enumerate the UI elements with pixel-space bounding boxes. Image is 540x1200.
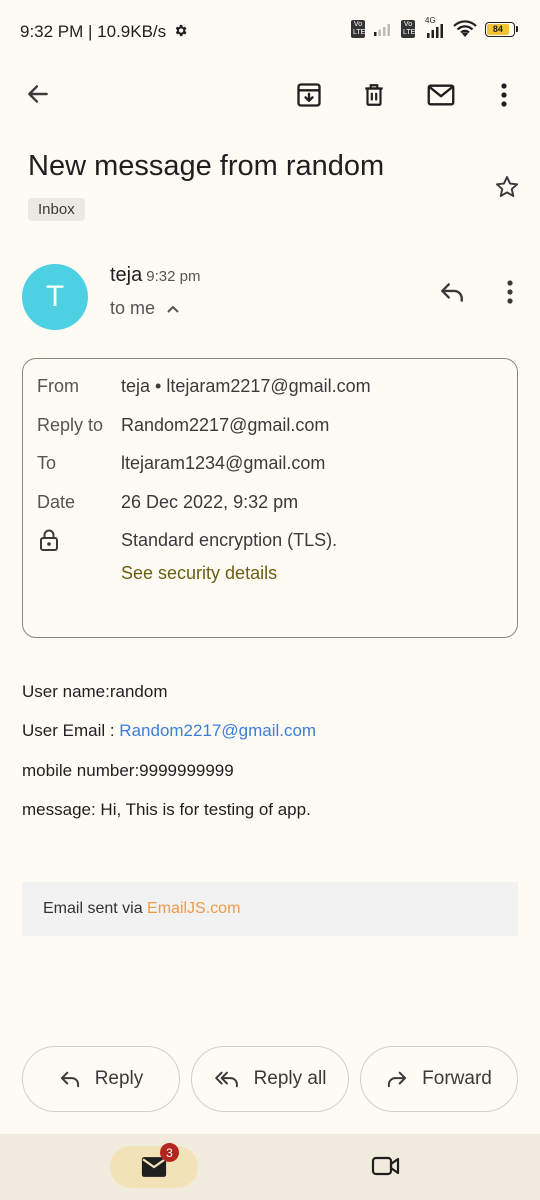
body-email: User Email : Random2217@gmail.com [22, 721, 316, 741]
lock-icon-wrap [39, 529, 59, 556]
video-camera-icon [371, 1156, 400, 1176]
recipient-toggle[interactable]: to me [110, 298, 179, 319]
security-details-link[interactable]: See security details [121, 563, 277, 584]
reply-to-value: Random2217@gmail.com [121, 415, 330, 435]
lock-icon [40, 529, 58, 551]
mark-unread-icon [427, 84, 455, 106]
reply-icon [60, 1071, 79, 1088]
from-value: teja • ltejaram2217@gmail.com [121, 376, 371, 396]
from-label: From [37, 376, 79, 396]
back-button[interactable] [18, 74, 58, 114]
delete-button[interactable] [354, 75, 394, 115]
date-value: 26 Dec 2022, 9:32 pm [121, 492, 299, 512]
archive-button[interactable] [289, 75, 329, 115]
reply-icon [441, 283, 463, 302]
nav-meet-tab[interactable] [366, 1146, 406, 1186]
emailjs-link[interactable]: EmailJS.com [147, 900, 240, 918]
reply-button-header[interactable] [432, 272, 472, 312]
bottom-navigation [0, 1134, 540, 1200]
to-label: To [37, 453, 57, 473]
body-username: User name:random [22, 682, 168, 701]
message-time: 9:32 pm [146, 268, 201, 285]
inbox-label-chip[interactable]: Inbox [28, 198, 85, 221]
chevron-up-icon [167, 305, 179, 313]
body-message: message: Hi, This is for testing of app. [22, 800, 311, 819]
sender-avatar[interactable]: T [22, 264, 88, 330]
footer-text: Email sent via [43, 900, 143, 917]
status-time: 9:32 PM | 10.9KB/s [20, 22, 188, 42]
delete-icon [365, 84, 383, 106]
volte-badge-2: Vo LTE [401, 20, 416, 38]
status-time-text: 9:32 PM | 10.9KB/s [20, 22, 167, 41]
more-options-button[interactable] [484, 75, 524, 115]
message-details-box: From teja • ltejaram2217@gmail.com Reply… [22, 358, 518, 638]
archive-icon [297, 83, 321, 107]
message-more-button[interactable] [490, 272, 530, 312]
forward-icon [388, 1071, 407, 1088]
sender-line: teja 9:32 pm [110, 264, 200, 287]
unread-count-badge: 3 [160, 1143, 179, 1162]
sender-name: teja [110, 264, 143, 286]
body-mobile: mobile number:9999999999 [22, 761, 234, 780]
reply-all-button[interactable]: Reply all [191, 1046, 349, 1112]
forward-button[interactable]: Forward [360, 1046, 518, 1112]
battery-body: 84 [485, 21, 515, 37]
reply-label: Reply [94, 1068, 144, 1089]
battery-indicator: 84 [485, 21, 518, 37]
reply-all-label: Reply all [253, 1068, 327, 1089]
battery-level: 84 [487, 23, 509, 35]
body-email-label: User Email : [22, 721, 120, 740]
settings-gear-icon [175, 24, 187, 37]
nav-mail-tab[interactable] [110, 1146, 198, 1188]
to-me-label: to me [110, 298, 156, 318]
star-button[interactable] [487, 167, 527, 207]
date-label: Date [37, 492, 76, 512]
wifi-icon [453, 20, 477, 37]
forward-label: Forward [422, 1068, 492, 1089]
email-subject: New message from random [28, 150, 385, 182]
to-value: ltejaram1234@gmail.com [121, 453, 326, 473]
mark-unread-button[interactable] [421, 75, 461, 115]
back-arrow-icon [28, 85, 48, 103]
emailjs-footer: Email sent via EmailJS.com [22, 882, 518, 936]
signal-4g: 4G [423, 16, 445, 38]
more-vert-icon [501, 83, 507, 107]
encryption-value: Standard encryption (TLS). [121, 530, 338, 550]
battery-tip [516, 26, 518, 32]
signal-strong-icon [427, 24, 443, 38]
reply-all-icon [214, 1071, 238, 1088]
signal-weak-icon [374, 24, 390, 36]
status-icons: Vo LTE Vo LTE 4G 84 [351, 16, 518, 38]
reply-to-label: Reply to [37, 415, 104, 435]
star-outline-icon [495, 176, 519, 197]
more-vert-icon [507, 280, 513, 304]
body-email-link[interactable]: Random2217@gmail.com [119, 721, 316, 740]
reply-button[interactable]: Reply [22, 1046, 180, 1112]
volte-badge: Vo LTE [351, 20, 366, 38]
